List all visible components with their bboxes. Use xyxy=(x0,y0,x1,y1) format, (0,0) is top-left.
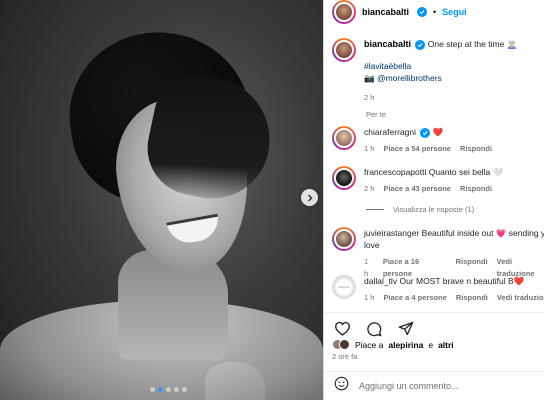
comment-input[interactable] xyxy=(359,381,529,391)
caption-emoji: 🧝🏻‍♀️ xyxy=(506,39,518,49)
post-header: biancabalti • Segui xyxy=(324,0,544,24)
caption-credit: 📷 @morellibrothers xyxy=(364,72,517,84)
comment-text: Our MOST brave n beautiful B❤️ xyxy=(399,276,525,286)
caption-avatar[interactable] xyxy=(332,38,356,62)
comment-username[interactable]: francescopapotti xyxy=(364,167,426,177)
author-username[interactable]: biancabalti xyxy=(362,7,409,17)
comment-item: DALLAL dallal_tlv Our MOST brave n beaut… xyxy=(332,275,544,304)
comment-likes[interactable]: Piace a 4 persone xyxy=(383,292,446,304)
share-icon[interactable] xyxy=(396,319,416,339)
author-avatar[interactable] xyxy=(332,0,356,24)
likes-user[interactable]: alepirina xyxy=(388,340,423,350)
reply-button[interactable]: Rispondi xyxy=(456,292,488,304)
comment-composer xyxy=(324,371,544,400)
carousel-dot xyxy=(174,387,179,392)
likes-prefix: Piace a xyxy=(355,339,384,350)
emoji-icon[interactable] xyxy=(334,376,349,396)
caption-username[interactable]: biancabalti xyxy=(364,39,411,49)
heart-icon[interactable] xyxy=(332,319,352,339)
comment-text: ❤️ xyxy=(432,127,444,137)
comment-avatar[interactable] xyxy=(332,227,356,251)
caption-text: One step at the time xyxy=(427,39,505,49)
likes-summary: Piace a alepirina e altri xyxy=(332,339,454,350)
comment-username[interactable]: juvieirastanger xyxy=(364,228,419,238)
verified-badge-icon xyxy=(417,7,428,17)
verified-badge-icon xyxy=(420,128,431,138)
comment-time[interactable]: 2 h xyxy=(364,183,374,195)
translate-button[interactable]: Vedi traduzione xyxy=(497,292,544,304)
post-media[interactable] xyxy=(0,0,323,400)
caption-mention[interactable]: @morellibrothers xyxy=(377,73,442,83)
comment-time[interactable]: 1 h xyxy=(364,143,374,155)
post-panel: biancabalti • Segui biancabalti One step… xyxy=(323,0,544,400)
view-replies-label: Visualizza le risposte (1) xyxy=(393,205,475,214)
likes-and: e xyxy=(428,339,434,350)
post-actions xyxy=(324,312,544,340)
caption-time[interactable]: 2 h xyxy=(364,92,517,104)
likers-avatars[interactable] xyxy=(332,339,350,350)
comment-icon[interactable] xyxy=(364,319,384,339)
verified-badge-icon xyxy=(415,40,426,50)
posted-time[interactable]: 2 ore fa xyxy=(332,352,357,361)
comment-avatar[interactable] xyxy=(332,126,356,150)
header-separator: • xyxy=(433,7,437,17)
comment-item: chiaraferragni ❤️ 1 h Piace a 54 persone… xyxy=(332,126,544,155)
carousel-dots xyxy=(150,387,187,392)
carousel-dot xyxy=(182,387,187,392)
comment-item: francescopapotti Quanto sei bella 🤍 2 h … xyxy=(332,166,544,195)
comment-text: Quanto sei bella 🤍 xyxy=(428,167,504,177)
reply-button[interactable]: Rispondi xyxy=(460,143,492,155)
comment-username[interactable]: chiaraferragni xyxy=(364,127,416,137)
likes-others[interactable]: altri xyxy=(438,340,454,350)
follow-button[interactable]: Segui xyxy=(442,7,467,17)
carousel-dot xyxy=(150,387,155,392)
comment-avatar[interactable] xyxy=(332,166,356,190)
carousel-next-button[interactable] xyxy=(301,189,318,206)
comment-likes[interactable]: Piace a 43 persone xyxy=(383,183,451,195)
camera-icon: 📷 xyxy=(364,73,375,83)
chevron-right-icon xyxy=(307,194,312,201)
comment-time[interactable]: 1 h xyxy=(364,292,374,304)
comment-item: juvieirastanger Beautiful inside out 💗 s… xyxy=(332,227,544,280)
caption-hashtag[interactable]: #lavitaèbella xyxy=(364,60,517,72)
comment-avatar[interactable]: DALLAL xyxy=(332,275,356,299)
comment-username[interactable]: dallal_tlv xyxy=(364,276,397,286)
replies-divider xyxy=(366,209,384,210)
reply-button[interactable]: Rispondi xyxy=(460,183,492,195)
carousel-dot xyxy=(158,387,163,392)
carousel-dot xyxy=(166,387,171,392)
post-photo xyxy=(0,0,323,400)
view-replies-button[interactable]: Visualizza le risposte (1) xyxy=(366,205,474,214)
translation-label[interactable]: Per te xyxy=(366,110,386,119)
comment-likes[interactable]: Piace a 54 persone xyxy=(383,143,451,155)
post-caption: biancabalti One step at the time 🧝🏻‍♀️ #… xyxy=(332,38,542,104)
